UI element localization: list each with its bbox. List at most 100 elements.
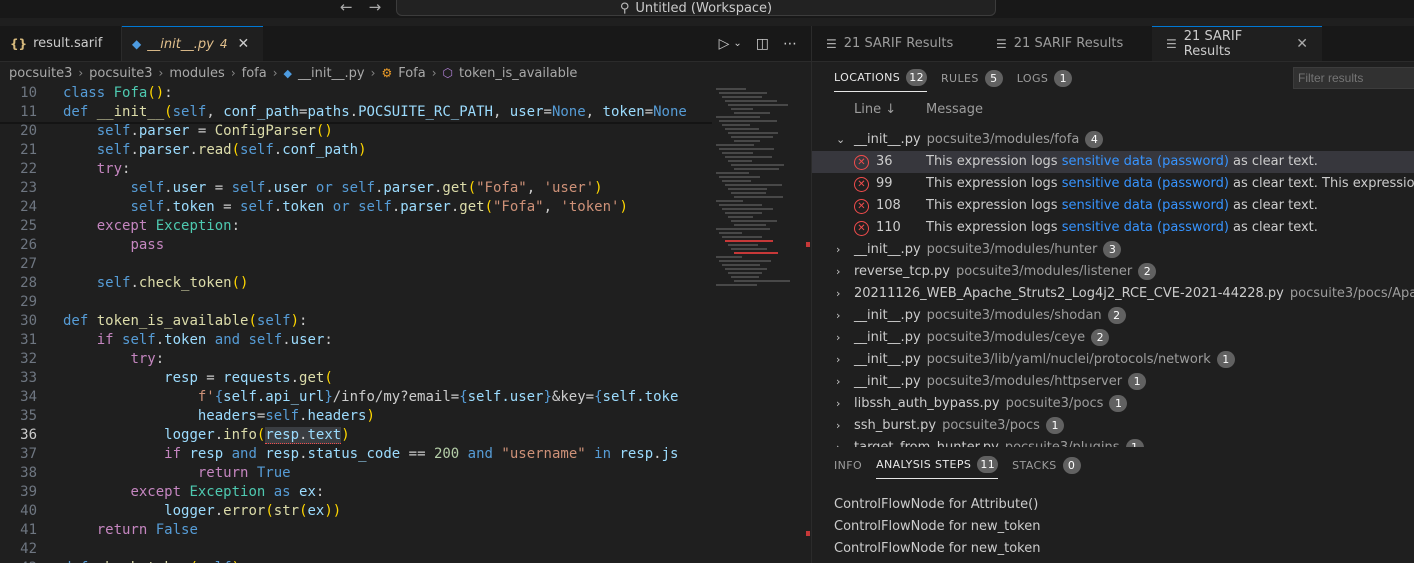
chevron-right-icon: › <box>230 66 236 80</box>
breadcrumb-item[interactable]: fofa <box>242 66 267 81</box>
analysis-step[interactable]: ControlFlowNode for new_token <box>834 519 1040 534</box>
filter-input[interactable] <box>1293 67 1414 89</box>
result-group[interactable]: › __init__.py pocsuite3/modules/shodan 2 <box>812 305 1414 327</box>
breadcrumb-item[interactable]: modules <box>169 66 225 81</box>
code-line[interactable]: 38 return True <box>0 464 712 483</box>
code-line[interactable]: 25 except Exception: <box>0 217 712 236</box>
breadcrumb-item[interactable]: pocsuite3 <box>9 66 72 81</box>
tab-analysis-steps[interactable]: ANALYSIS STEPS 11 <box>876 452 999 479</box>
code-line[interactable]: 27 <box>0 255 712 274</box>
code-line[interactable]: 32 try: <box>0 350 712 369</box>
code-line[interactable]: 22 try: <box>0 160 712 179</box>
analysis-step[interactable]: ControlFlowNode for new_token <box>834 541 1040 556</box>
code-line[interactable]: 26 pass <box>0 236 712 255</box>
code-line[interactable]: 36 logger.info(resp.text) <box>0 426 712 445</box>
file-path: pocsuite3/modules/fofa <box>926 132 1080 147</box>
code-line[interactable]: 24 self.token = self.token or self.parse… <box>0 198 712 217</box>
result-group[interactable]: ⌄ __init__.py pocsuite3/modules/fofa 4 <box>812 129 1414 151</box>
code-line[interactable]: 34 f'{self.api_url}/info/my?email={self.… <box>0 388 712 407</box>
code-line[interactable]: 42 <box>0 540 712 559</box>
tab-info[interactable]: INFO <box>834 452 862 478</box>
tab-init-py[interactable]: ◆ __init__.py 4 ✕ <box>122 26 263 61</box>
result-group[interactable]: › __init__.py pocsuite3/lib/yaml/nuclei/pr… <box>812 349 1414 371</box>
minimap-line <box>731 136 773 138</box>
minimap-line <box>731 248 767 250</box>
problems-count: 4 <box>219 37 228 51</box>
code-line[interactable]: 41 return False <box>0 521 712 540</box>
code-line[interactable]: 10 class Fofa(): <box>0 84 712 103</box>
breadcrumb-item[interactable]: token_is_available <box>459 66 577 81</box>
count-badge: 2 <box>1138 263 1157 280</box>
minimap[interactable] <box>712 84 808 563</box>
chevron-right-icon: › <box>158 66 164 80</box>
column-header-line[interactable]: Line ↓ <box>854 102 896 117</box>
more-actions-icon[interactable]: ⋯ <box>783 36 797 52</box>
code-line[interactable]: 30 def token_is_available(self): <box>0 312 712 331</box>
result-group[interactable]: › __init__.py pocsuite3/modules/httpserver… <box>812 371 1414 393</box>
result-group[interactable]: › libssh_auth_bypass.py pocsuite3/pocs 1 <box>812 393 1414 415</box>
analysis-step[interactable]: ControlFlowNode for Attribute() <box>834 497 1038 512</box>
result-row[interactable]: ✕ 108 This expression logs sensitive data … <box>812 195 1414 217</box>
result-group[interactable]: › __init__.py pocsuite3/modules/hunter 3 <box>812 239 1414 261</box>
code-line[interactable]: 21 self.parser.read(self.conf_path) <box>0 141 712 160</box>
close-icon[interactable]: ✕ <box>238 36 250 52</box>
code-line[interactable]: 35 headers=self.headers) <box>0 407 712 426</box>
message-link[interactable]: sensitive data (password) <box>1062 176 1229 191</box>
line-number: 42 <box>20 541 37 557</box>
code-line[interactable]: 28 self.check_token() <box>0 274 712 293</box>
chevron-right-icon: › <box>836 397 841 410</box>
tab-stacks[interactable]: STACKS 0 <box>1012 452 1081 478</box>
code-line[interactable]: 31 if self.token and self.user: <box>0 331 712 350</box>
tab-sarif-results-3[interactable]: ☰ 21 SARIF Results ✕ <box>1152 26 1322 61</box>
chevron-down-icon[interactable]: ⌄ <box>733 38 741 49</box>
close-icon[interactable]: ✕ <box>1296 36 1308 52</box>
file-name: __init__.py <box>854 308 921 323</box>
code-line[interactable]: 11 def __init__(self, conf_path=paths.POC… <box>0 103 712 122</box>
back-arrow-icon[interactable]: ← <box>340 0 353 18</box>
result-group[interactable]: › 20211126_WEB_Apache_Struts2_Log4j2_RCE_… <box>812 283 1414 305</box>
tab-rules[interactable]: RULES 5 <box>941 65 1003 91</box>
result-group[interactable]: › reverse_tcp.py pocsuite3/modules/listene… <box>812 261 1414 283</box>
tab-sarif-results-2[interactable]: ☰ 21 SARIF Results <box>982 26 1152 61</box>
code-line[interactable]: 39 except Exception as ex: <box>0 483 712 502</box>
chevron-right-icon: › <box>78 66 84 80</box>
chevron-right-icon: › <box>836 265 841 278</box>
message-link[interactable]: sensitive data (password) <box>1062 220 1229 235</box>
run-icon[interactable]: ▷ <box>719 36 730 52</box>
tab-result-sarif[interactable]: {} result.sarif <box>0 26 122 61</box>
command-center[interactable]: ⚲ Untitled (Workspace) <box>396 0 996 16</box>
file-path: pocsuite3/pocs <box>942 418 1040 433</box>
code-editor[interactable]: 10 class Fofa(): 11 def __init__(self, conf… <box>0 84 712 563</box>
editor-actions: ▷ ⌄ ◫ ⋯ <box>719 26 797 61</box>
column-header-message[interactable]: Message <box>926 102 983 117</box>
code-line[interactable]: 40 logger.error(str(ex)) <box>0 502 712 521</box>
result-line-number: 110 <box>876 220 901 235</box>
forward-arrow-icon[interactable]: → <box>369 0 382 18</box>
tab-locations[interactable]: LOCATIONS 12 <box>834 65 927 92</box>
minimap-line <box>734 196 783 198</box>
split-editor-icon[interactable]: ◫ <box>756 36 769 52</box>
result-group[interactable]: › ssh_burst.py pocsuite3/pocs 1 <box>812 415 1414 437</box>
code-line[interactable]: 33 resp = requests.get( <box>0 369 712 388</box>
tab-logs[interactable]: LOGS 1 <box>1017 65 1073 91</box>
tab-sarif-results-1[interactable]: ☰ 21 SARIF Results <box>812 26 982 61</box>
code-line[interactable]: 29 <box>0 293 712 312</box>
result-group[interactable]: › __init__.py pocsuite3/modules/ceye 2 <box>812 327 1414 349</box>
count-badge: 4 <box>1085 131 1104 148</box>
message-link[interactable]: sensitive data (password) <box>1062 198 1229 213</box>
code-text: logger.info(resp.text) <box>164 427 350 444</box>
chevron-right-icon: › <box>836 375 841 388</box>
code-text: self.user = self.user or self.parser.get… <box>130 180 603 196</box>
breadcrumb-item[interactable]: __init__.py <box>298 66 365 81</box>
result-row[interactable]: ✕ 36 This expression logs sensitive data (… <box>812 151 1414 173</box>
result-group[interactable]: › target_from_hunter.py pocsuite3/plugins 1 <box>812 437 1414 447</box>
code-line[interactable]: 23 self.user = self.user or self.parser.… <box>0 179 712 198</box>
breadcrumb-item[interactable]: pocsuite3 <box>89 66 152 81</box>
code-line[interactable]: 37 if resp and resp.status_code == 200 a… <box>0 445 712 464</box>
result-row[interactable]: ✕ 99 This expression logs sensitive data (… <box>812 173 1414 195</box>
code-line[interactable]: 20 self.parser = ConfigParser() <box>0 122 712 141</box>
breadcrumb-item[interactable]: Fofa <box>398 66 426 81</box>
code-line[interactable]: 43 def check_token(self): <box>0 559 712 563</box>
result-row[interactable]: ✕ 110 This expression logs sensitive data … <box>812 217 1414 239</box>
message-link[interactable]: sensitive data (password) <box>1062 154 1229 169</box>
